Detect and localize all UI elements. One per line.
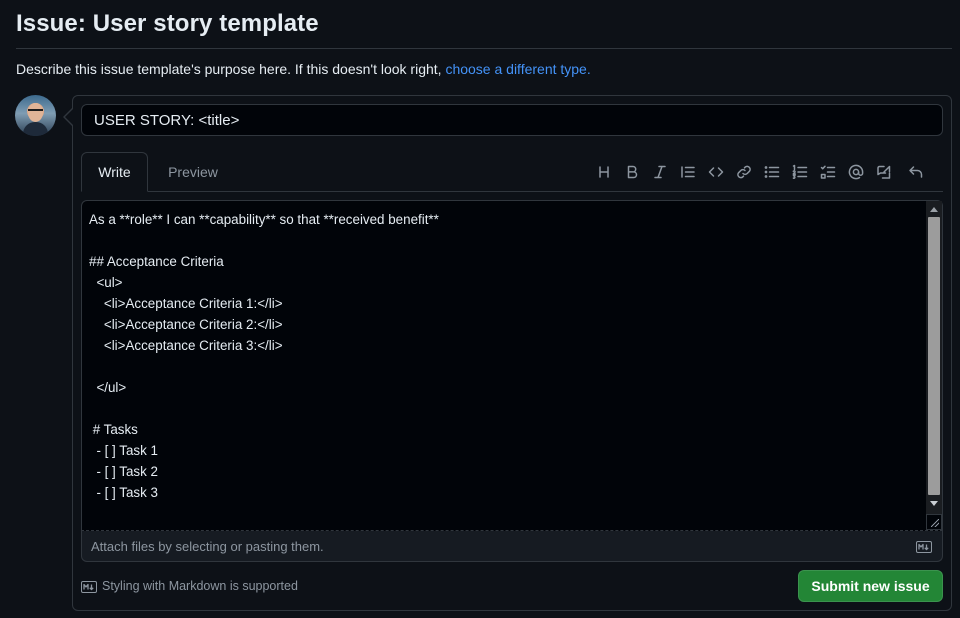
submit-new-issue-button[interactable]: Submit new issue [798, 570, 943, 602]
bold-icon[interactable] [618, 160, 646, 184]
quote-icon[interactable] [674, 160, 702, 184]
scroll-up-arrow-icon[interactable] [926, 202, 942, 216]
reference-icon[interactable] [870, 160, 898, 184]
unordered-list-icon[interactable] [758, 160, 786, 184]
mention-icon[interactable] [842, 160, 870, 184]
undo-icon[interactable] [902, 160, 930, 184]
issue-title-input[interactable] [81, 104, 943, 136]
scrollbar-thumb[interactable] [928, 217, 940, 495]
markdown-icon [81, 580, 97, 593]
description-text: Describe this issue template's purpose h… [16, 61, 446, 77]
scroll-down-arrow-icon[interactable] [926, 496, 942, 510]
body-textarea[interactable]: As a **role** I can **capability** so th… [89, 209, 919, 527]
link-icon[interactable] [730, 160, 758, 184]
avatar [15, 95, 56, 136]
tab-write[interactable]: Write [81, 152, 148, 192]
markdown-supported-note[interactable]: Styling with Markdown is supported [102, 579, 298, 593]
ordered-list-icon[interactable] [786, 160, 814, 184]
page-title: Issue: User story template [16, 10, 319, 37]
markdown-toolbar [590, 160, 930, 184]
tab-preview[interactable]: Preview [157, 152, 229, 192]
choose-different-type-link[interactable]: choose a different type. [445, 61, 590, 77]
resize-handle[interactable] [926, 514, 942, 530]
attach-files-hint: Attach files by selecting or pasting the… [91, 539, 324, 554]
template-description: Describe this issue template's purpose h… [16, 61, 591, 77]
markdown-icon[interactable] [916, 540, 932, 553]
task-list-icon[interactable] [814, 160, 842, 184]
italic-icon[interactable] [646, 160, 674, 184]
title-divider [16, 48, 952, 49]
code-icon[interactable] [702, 160, 730, 184]
heading-icon[interactable] [590, 160, 618, 184]
